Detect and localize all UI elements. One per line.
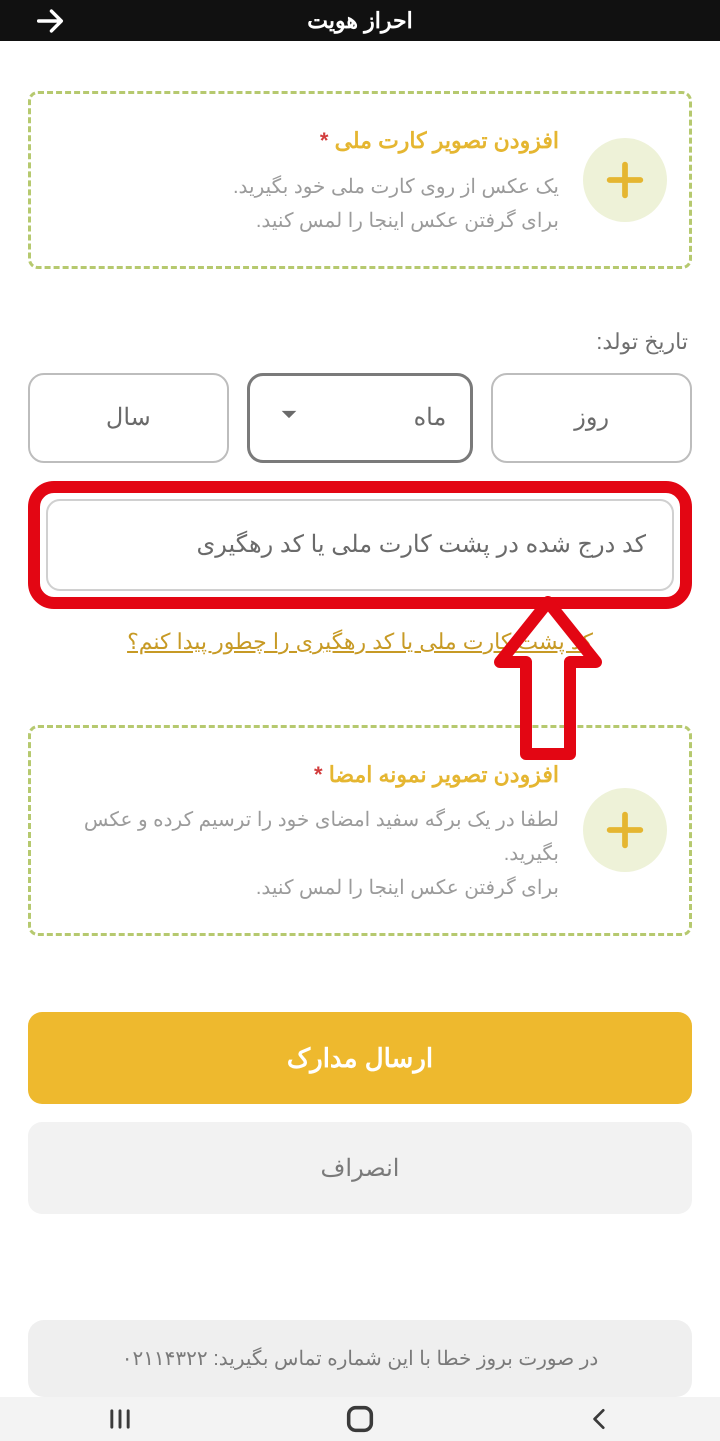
birth-date-row: روز ماه سال: [28, 373, 692, 463]
contact-info: در صورت بروز خطا با این شماره تماس بگیری…: [28, 1320, 692, 1397]
highlighted-input-frame: [28, 481, 692, 609]
add-signature-image[interactable]: افزودن تصویر نمونه امضا * لطفا در یک برگ…: [28, 725, 692, 936]
main-content: افزودن تصویر کارت ملی * یک عکس از روی کا…: [0, 41, 720, 1397]
help-link-row: کد پشت کارت ملی یا کد رهگیری را چطور پید…: [28, 629, 692, 655]
birth-day-text: روز: [574, 403, 609, 432]
three-bars-icon: [103, 1405, 137, 1433]
card-text: افزودن تصویر کارت ملی * یک عکس از روی کا…: [53, 122, 559, 237]
birth-month-text: ماه: [414, 403, 447, 432]
birth-day-field[interactable]: روز: [491, 373, 692, 463]
card-text: افزودن تصویر نمونه امضا * لطفا در یک برگ…: [53, 756, 559, 905]
cancel-button[interactable]: انصراف: [28, 1122, 692, 1214]
birth-label: تاریخ تولد:: [28, 329, 688, 355]
system-nav-bar: [0, 1397, 720, 1441]
submit-button[interactable]: ارسال مدارک: [28, 1012, 692, 1104]
square-icon: [343, 1402, 377, 1436]
plus-circle: [583, 138, 667, 222]
birth-year-text: سال: [106, 403, 151, 432]
plus-circle: [583, 788, 667, 872]
plus-icon: [602, 157, 648, 203]
page-title: احراز هویت: [307, 8, 412, 34]
card-sub-line1: لطفا در یک برگه سفید امضای خود را ترسیم …: [53, 803, 559, 871]
app-header: احراز هویت: [0, 0, 720, 41]
card-title: افزودن تصویر نمونه امضا *: [53, 756, 559, 793]
tracking-code-input[interactable]: [46, 499, 674, 591]
required-mark: *: [320, 128, 329, 153]
birth-year-field[interactable]: سال: [28, 373, 229, 463]
help-link[interactable]: کد پشت کارت ملی یا کد رهگیری را چطور پید…: [127, 629, 593, 654]
back-button[interactable]: [30, 1, 70, 41]
add-national-card-image[interactable]: افزودن تصویر کارت ملی * یک عکس از روی کا…: [28, 91, 692, 268]
plus-icon: [602, 807, 648, 853]
nav-home[interactable]: [338, 1397, 382, 1441]
nav-recents[interactable]: [98, 1397, 142, 1441]
chevron-down-icon: [278, 403, 300, 432]
card-sub-line1: یک عکس از روی کارت ملی خود بگیرید.: [53, 170, 559, 204]
card-sub-line2: برای گرفتن عکس اینجا را لمس کنید.: [53, 871, 559, 905]
card-sub-line2: برای گرفتن عکس اینجا را لمس کنید.: [53, 204, 559, 238]
title-text: افزودن تصویر نمونه امضا: [329, 762, 559, 787]
nav-back[interactable]: [578, 1397, 622, 1441]
title-text: افزودن تصویر کارت ملی: [335, 128, 559, 153]
required-mark: *: [314, 762, 323, 787]
birth-month-field[interactable]: ماه: [247, 373, 474, 463]
chevron-left-icon: [587, 1406, 613, 1432]
card-title: افزودن تصویر کارت ملی *: [53, 122, 559, 159]
arrow-right-icon: [33, 4, 67, 38]
